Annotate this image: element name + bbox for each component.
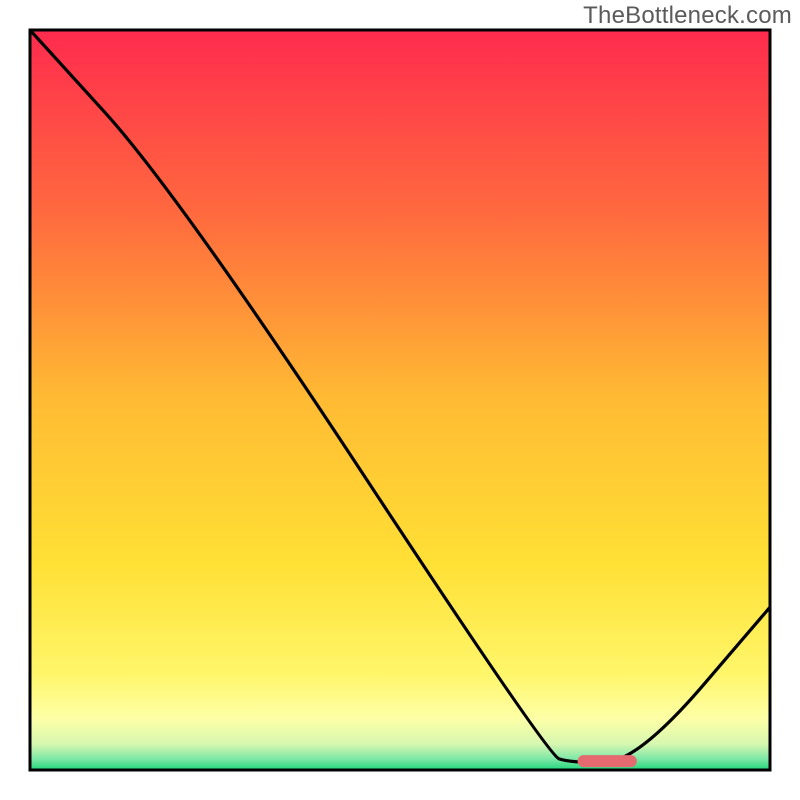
chart-container: TheBottleneck.com [0, 0, 800, 800]
plot-background [30, 30, 770, 770]
watermark-text: TheBottleneck.com [583, 2, 792, 30]
optimal-range-marker [578, 755, 637, 767]
bottleneck-chart [0, 0, 800, 800]
